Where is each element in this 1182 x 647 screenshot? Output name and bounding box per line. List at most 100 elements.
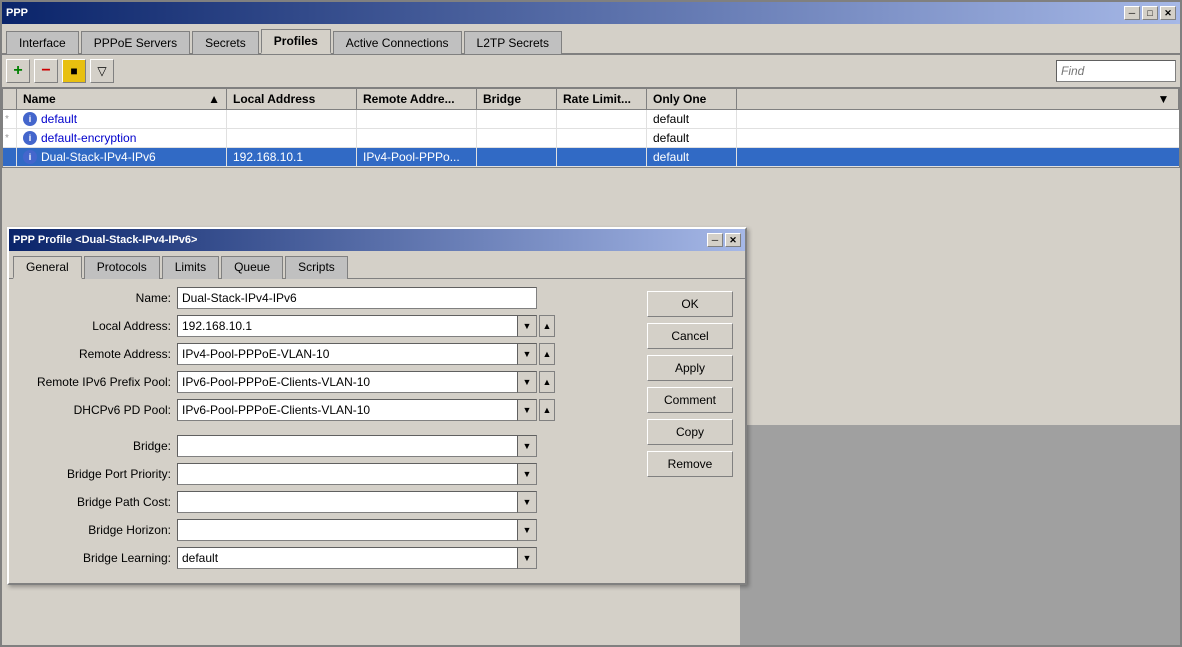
action-buttons: OK Cancel Apply Comment Copy Remove: [647, 287, 737, 575]
table-row[interactable]: * i default default: [3, 110, 1179, 129]
toolbar: + − ■ ▽: [2, 55, 1180, 88]
ok-button[interactable]: OK: [647, 291, 733, 317]
bridge-row: Bridge: ▼: [17, 435, 639, 457]
dialog-tab-queue[interactable]: Queue: [221, 256, 283, 279]
dialog-title-bar: PPP Profile <Dual-Stack-IPv4-IPv6> ─ ✕: [9, 229, 745, 251]
bridge-input[interactable]: [177, 435, 517, 457]
apply-button[interactable]: Apply: [647, 355, 733, 381]
info-icon: i: [23, 150, 37, 164]
copy-button[interactable]: Copy: [647, 419, 733, 445]
table-row[interactable]: * i default-encryption default: [3, 129, 1179, 148]
profiles-table: Name ▲ Local Address Remote Addre... Bri…: [2, 88, 1180, 168]
bridge-horizon-label: Bridge Horizon:: [17, 523, 177, 537]
comment-button[interactable]: Comment: [647, 387, 733, 413]
remote-address-up[interactable]: ▲: [539, 343, 555, 365]
bridge-horizon-field: ▼: [177, 519, 537, 541]
table-header: Name ▲ Local Address Remote Addre... Bri…: [3, 89, 1179, 110]
dhcpv6-pd-pool-field: ▼: [177, 399, 537, 421]
row-marker: *: [5, 114, 9, 125]
remote-ipv6-prefix-up[interactable]: ▲: [539, 371, 555, 393]
bridge-path-cost-input[interactable]: [177, 491, 517, 513]
title-bar-left: PPP: [6, 7, 28, 19]
bridge-port-priority-row: Bridge Port Priority: ▼: [17, 463, 639, 485]
main-window: PPP ─ □ ✕ Interface PPPoE Servers Secret…: [0, 0, 1182, 647]
minimize-button[interactable]: ─: [1124, 6, 1140, 20]
bridge-learning-input[interactable]: [177, 547, 517, 569]
bridge-learning-label: Bridge Learning:: [17, 551, 177, 565]
window-title: PPP: [6, 7, 28, 19]
col-header-bridge: Bridge: [477, 89, 557, 109]
local-address-dropdown[interactable]: ▼: [517, 315, 537, 337]
bridge-label: Bridge:: [17, 439, 177, 453]
add-button[interactable]: +: [6, 59, 30, 83]
dialog-close-button[interactable]: ✕: [725, 233, 741, 247]
dialog-tab-protocols[interactable]: Protocols: [84, 256, 160, 279]
tab-secrets[interactable]: Secrets: [192, 31, 259, 54]
tab-active-connections[interactable]: Active Connections: [333, 31, 462, 54]
dialog-tab-limits[interactable]: Limits: [162, 256, 219, 279]
title-bar-buttons: ─ □ ✕: [1124, 6, 1176, 20]
tab-l2tp-secrets[interactable]: L2TP Secrets: [464, 31, 562, 54]
dhcpv6-pd-pool-row: DHCPv6 PD Pool: ▼ ▲: [17, 399, 639, 421]
bridge-path-cost-field: ▼: [177, 491, 537, 513]
tabs-bar: Interface PPPoE Servers Secrets Profiles…: [2, 24, 1180, 55]
bridge-learning-dropdown[interactable]: ▼: [517, 547, 537, 569]
remote-address-row: Remote Address: ▼ ▲: [17, 343, 639, 365]
close-button[interactable]: ✕: [1160, 6, 1176, 20]
dialog-body: Name: Local Address: ▼ ▲ Remote Address:: [9, 279, 745, 583]
col-header-local: Local Address: [227, 89, 357, 109]
dialog-tabs: General Protocols Limits Queue Scripts: [9, 251, 745, 279]
bridge-horizon-input[interactable]: [177, 519, 517, 541]
bridge-path-cost-row: Bridge Path Cost: ▼: [17, 491, 639, 513]
info-icon: i: [23, 112, 37, 126]
name-input[interactable]: [177, 287, 537, 309]
dialog-title-text: PPP Profile <Dual-Stack-IPv4-IPv6>: [13, 234, 197, 246]
dhcpv6-pd-pool-input[interactable]: [177, 399, 517, 421]
dialog-tab-general[interactable]: General: [13, 256, 82, 279]
local-address-input[interactable]: [177, 315, 517, 337]
bridge-port-priority-field: ▼: [177, 463, 537, 485]
bridge-path-cost-label: Bridge Path Cost:: [17, 495, 177, 509]
row-marker: *: [5, 133, 9, 144]
local-address-label: Local Address:: [17, 319, 177, 333]
maximize-button[interactable]: □: [1142, 6, 1158, 20]
filter-button[interactable]: ▽: [90, 59, 114, 83]
col-header-dropdown[interactable]: ▼: [1149, 89, 1179, 109]
bridge-port-priority-dropdown[interactable]: ▼: [517, 463, 537, 485]
remote-ipv6-prefix-input[interactable]: [177, 371, 517, 393]
cancel-button[interactable]: Cancel: [647, 323, 733, 349]
tab-pppoe-servers[interactable]: PPPoE Servers: [81, 31, 190, 54]
remove-button[interactable]: Remove: [647, 451, 733, 477]
profile-dialog: PPP Profile <Dual-Stack-IPv4-IPv6> ─ ✕ G…: [7, 227, 747, 585]
bridge-dropdown[interactable]: ▼: [517, 435, 537, 457]
dhcpv6-pd-pool-label: DHCPv6 PD Pool:: [17, 403, 177, 417]
remote-address-dropdown[interactable]: ▼: [517, 343, 537, 365]
col-header-remote: Remote Addre...: [357, 89, 477, 109]
find-box: [1056, 60, 1176, 82]
bridge-learning-row: Bridge Learning: ▼: [17, 547, 639, 569]
remove-button[interactable]: −: [34, 59, 58, 83]
col-header-rate: Rate Limit...: [557, 89, 647, 109]
tab-profiles[interactable]: Profiles: [261, 29, 331, 54]
bridge-horizon-dropdown[interactable]: ▼: [517, 519, 537, 541]
remote-ipv6-prefix-row: Remote IPv6 Prefix Pool: ▼ ▲: [17, 371, 639, 393]
row-name-dualstack: i Dual-Stack-IPv4-IPv6: [17, 148, 227, 166]
remote-ipv6-prefix-label: Remote IPv6 Prefix Pool:: [17, 375, 177, 389]
tab-interface[interactable]: Interface: [6, 31, 79, 54]
settings-button[interactable]: ■: [62, 59, 86, 83]
row-name-default: i default: [17, 110, 227, 128]
remote-address-input[interactable]: [177, 343, 517, 365]
remote-ipv6-prefix-dropdown[interactable]: ▼: [517, 371, 537, 393]
table-row[interactable]: i Dual-Stack-IPv4-IPv6 192.168.10.1 IPv4…: [3, 148, 1179, 167]
dhcpv6-pd-pool-up[interactable]: ▲: [539, 399, 555, 421]
dialog-minimize-button[interactable]: ─: [707, 233, 723, 247]
dialog-tab-scripts[interactable]: Scripts: [285, 256, 348, 279]
bridge-port-priority-input[interactable]: [177, 463, 517, 485]
find-input[interactable]: [1056, 60, 1176, 82]
bridge-field: ▼: [177, 435, 537, 457]
bridge-path-cost-dropdown[interactable]: ▼: [517, 491, 537, 513]
dhcpv6-pd-pool-dropdown[interactable]: ▼: [517, 399, 537, 421]
remote-address-field: ▼: [177, 343, 537, 365]
local-address-up[interactable]: ▲: [539, 315, 555, 337]
bridge-learning-field: ▼: [177, 547, 537, 569]
